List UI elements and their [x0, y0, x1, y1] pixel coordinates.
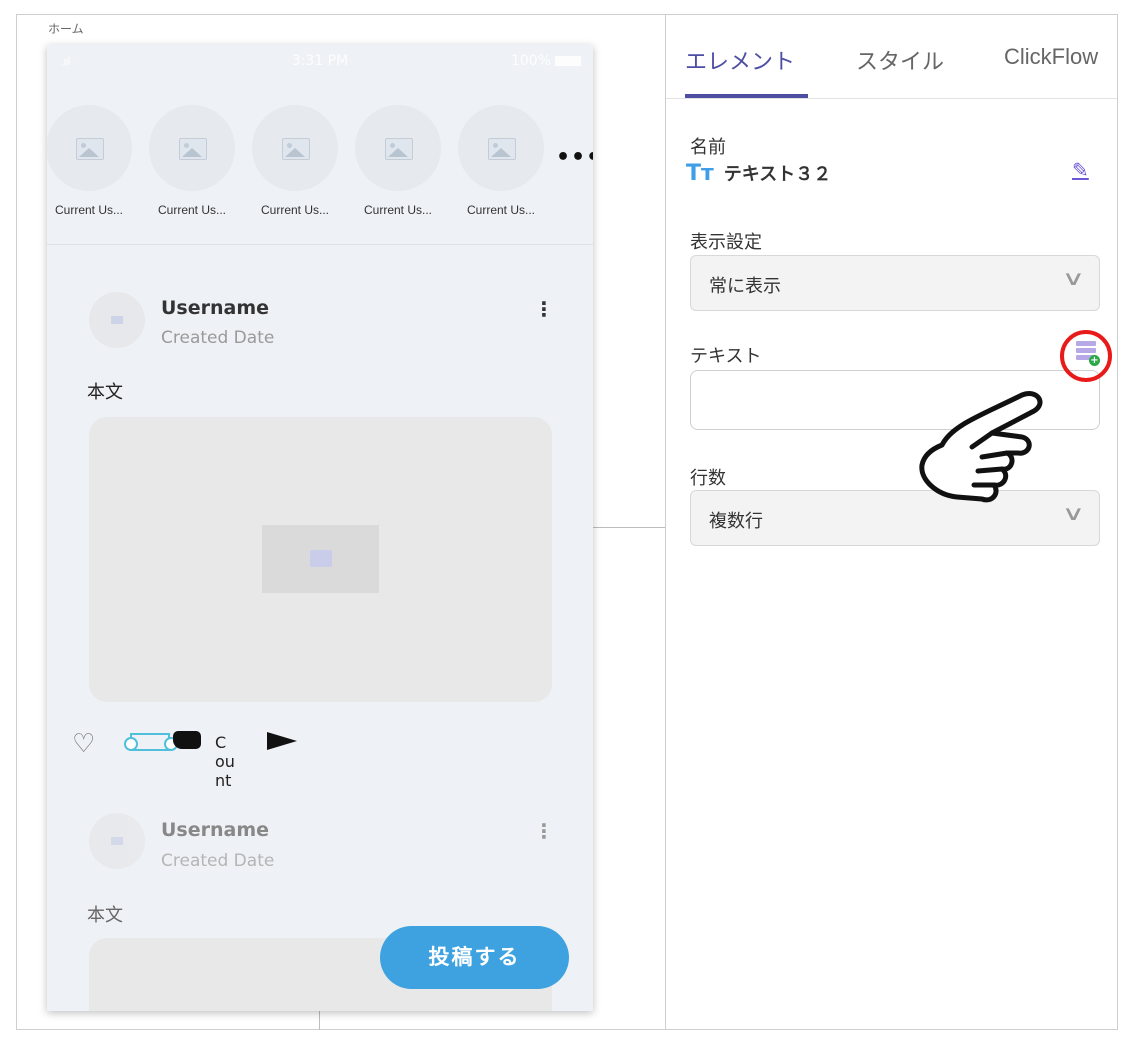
screen-label: ホーム	[48, 22, 84, 36]
send-icon[interactable]	[267, 732, 297, 750]
story-avatar[interactable]	[149, 105, 235, 191]
panel-divider	[665, 14, 666, 1030]
post-actions: ♡ Count	[47, 729, 593, 790]
text-label: テキスト	[690, 346, 762, 367]
story-avatar[interactable]	[252, 105, 338, 191]
visibility-select[interactable]: 常に表示 ∨	[690, 255, 1100, 311]
visibility-label: 表示設定	[690, 232, 762, 253]
story-item[interactable]: Current Us...	[47, 105, 139, 217]
element-name: テキスト３２	[723, 164, 832, 185]
story-row[interactable]: Current Us... Current Us... Current Us..…	[47, 100, 593, 245]
chevron-down-icon: ∨	[1061, 266, 1086, 290]
post-body: 本文	[87, 382, 123, 403]
image-icon	[111, 837, 123, 845]
story-name: Current Us...	[54, 203, 123, 217]
active-tab-indicator	[685, 94, 808, 98]
comment-icon[interactable]	[173, 731, 201, 749]
image-icon	[282, 138, 310, 160]
story-avatar[interactable]	[458, 105, 544, 191]
story-avatar[interactable]	[355, 105, 441, 191]
kebab-menu-icon[interactable]: ⋮	[534, 297, 554, 321]
plus-icon: +	[1089, 355, 1100, 366]
post-button[interactable]: 投稿する	[380, 926, 569, 989]
story-name: Current Us...	[157, 203, 226, 217]
panel-tabs: エレメント スタイル ClickFlow	[666, 14, 1117, 99]
story-avatar[interactable]	[47, 105, 132, 191]
text-type-icon: Tт	[686, 161, 714, 186]
image-icon	[76, 138, 104, 160]
connector-line	[319, 1010, 320, 1030]
story-item[interactable]: Current Us...	[245, 105, 345, 217]
post-date: Created Date	[161, 851, 275, 871]
heart-icon[interactable]: ♡	[72, 729, 95, 759]
avatar[interactable]	[89, 813, 145, 869]
post-body: 本文	[87, 905, 123, 926]
image-icon	[179, 138, 207, 160]
more-icon[interactable]: •••	[556, 145, 593, 170]
image-icon	[111, 316, 123, 324]
visibility-value: 常に表示	[709, 276, 781, 297]
post-username: Username	[161, 819, 270, 841]
comment-count: Count	[215, 733, 235, 790]
image-icon	[310, 550, 332, 567]
story-name: Current Us...	[466, 203, 535, 217]
avatar[interactable]	[89, 292, 145, 348]
post-username: Username	[161, 297, 270, 319]
story-item[interactable]: Current Us...	[142, 105, 242, 217]
post-image[interactable]	[89, 417, 552, 702]
resize-handle[interactable]	[124, 737, 138, 751]
tab-clickflow[interactable]: ClickFlow	[1004, 44, 1098, 70]
story-item[interactable]: Current Us...	[348, 105, 448, 217]
post-date: Created Date	[161, 328, 275, 348]
edit-name-icon[interactable]: ✎	[1072, 158, 1089, 182]
image-icon	[385, 138, 413, 160]
story-item[interactable]: Current Us...	[451, 105, 551, 217]
chevron-down-icon: ∨	[1061, 501, 1086, 525]
add-data-button[interactable]: +	[1060, 330, 1112, 382]
tab-element[interactable]: エレメント	[685, 44, 795, 76]
pointing-hand-icon	[919, 391, 1043, 503]
image-placeholder	[262, 525, 379, 593]
connector-line	[592, 527, 665, 528]
lines-value: 複数行	[709, 511, 763, 532]
battery-icon	[555, 56, 581, 66]
kebab-menu-icon[interactable]: ⋮	[534, 819, 554, 843]
image-icon	[488, 138, 516, 160]
lines-label: 行数	[690, 468, 726, 489]
name-label: 名前	[690, 137, 726, 158]
battery-indicator: 100%	[511, 53, 581, 69]
tab-style[interactable]: スタイル	[856, 44, 944, 76]
story-name: Current Us...	[260, 203, 329, 217]
element-name-row: Tт テキスト３２	[686, 160, 831, 190]
story-name: Current Us...	[363, 203, 432, 217]
battery-percent: 100%	[510, 53, 551, 69]
phone-preview[interactable]: .ııl 3:31 PM 100% Current Us... Current …	[47, 45, 593, 1011]
status-bar: .ııl 3:31 PM 100%	[47, 45, 593, 79]
